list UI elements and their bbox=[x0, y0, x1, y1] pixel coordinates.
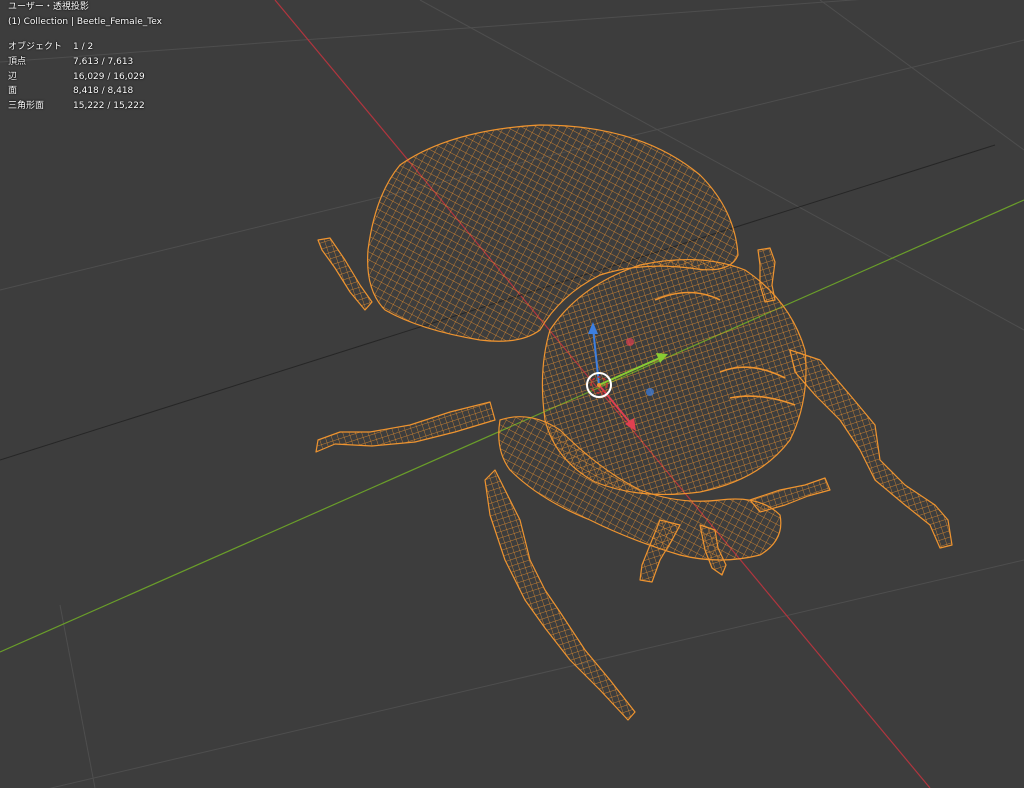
stat-label: 三角形面 bbox=[8, 101, 45, 112]
collection-object-label: (1) Collection | Beetle_Female_Tex bbox=[8, 17, 162, 27]
stat-label: 面 bbox=[8, 86, 18, 97]
scene-statistics: オブジェクト 1 / 2 頂点 7,613 / 7,613 辺 16,029 /… bbox=[8, 40, 145, 114]
3d-viewport[interactable] bbox=[0, 0, 1024, 788]
stat-value: 7,613 / 7,613 bbox=[73, 56, 134, 67]
stat-value: 8,418 / 8,418 bbox=[73, 86, 134, 97]
stat-label: オブジェクト bbox=[8, 42, 63, 52]
stat-value: 15,222 / 15,222 bbox=[73, 101, 145, 112]
object-origin-icon[interactable] bbox=[586, 372, 612, 398]
stat-row-objects: オブジェクト 1 / 2 bbox=[8, 40, 145, 55]
view-projection-label: ユーザー・透視投影 bbox=[8, 2, 89, 12]
stat-row-edges: 辺 16,029 / 16,029 bbox=[8, 70, 145, 85]
stat-label: 辺 bbox=[8, 71, 18, 82]
stat-value: 16,029 / 16,029 bbox=[73, 71, 145, 82]
stat-value: 1 / 2 bbox=[73, 42, 94, 52]
stat-row-triangles: 三角形面 15,222 / 15,222 bbox=[8, 99, 145, 114]
floor-grid bbox=[0, 0, 1024, 788]
stat-label: 頂点 bbox=[8, 56, 27, 67]
stat-row-faces: 面 8,418 / 8,418 bbox=[8, 84, 145, 99]
stat-row-vertices: 頂点 7,613 / 7,613 bbox=[8, 55, 145, 70]
